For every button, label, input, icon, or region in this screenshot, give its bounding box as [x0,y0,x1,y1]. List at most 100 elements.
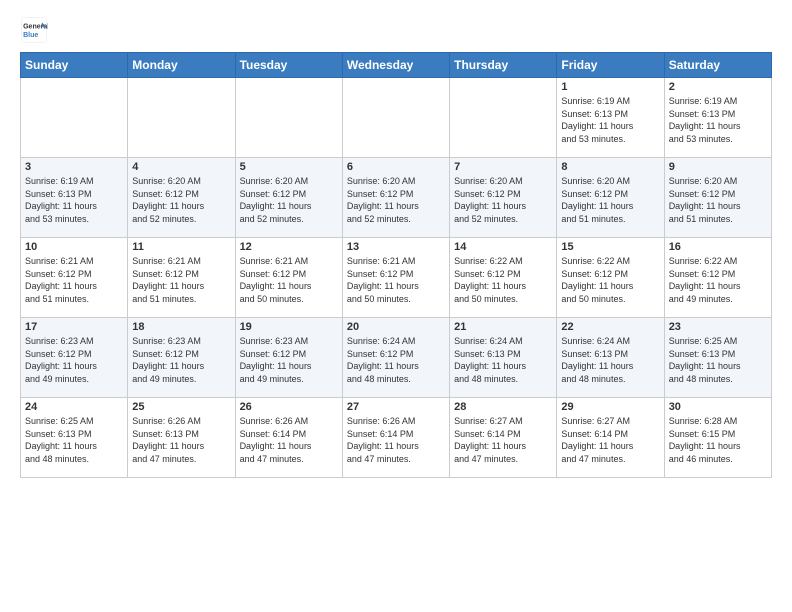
day-number: 24 [25,401,123,413]
day-number: 9 [669,161,767,173]
day-number: 23 [669,321,767,333]
day-info: Sunrise: 6:26 AM Sunset: 6:13 PM Dayligh… [132,415,230,465]
day-info: Sunrise: 6:23 AM Sunset: 6:12 PM Dayligh… [240,335,338,385]
day-number: 29 [561,401,659,413]
day-cell: 9 Sunrise: 6:20 AM Sunset: 6:12 PM Daylig… [664,158,771,238]
day-cell: 8 Sunrise: 6:20 AM Sunset: 6:12 PM Daylig… [557,158,664,238]
day-info: Sunrise: 6:21 AM Sunset: 6:12 PM Dayligh… [132,255,230,305]
day-cell [342,78,449,158]
day-info: Sunrise: 6:28 AM Sunset: 6:15 PM Dayligh… [669,415,767,465]
day-cell: 7 Sunrise: 6:20 AM Sunset: 6:12 PM Daylig… [450,158,557,238]
day-cell: 5 Sunrise: 6:20 AM Sunset: 6:12 PM Daylig… [235,158,342,238]
day-number: 5 [240,161,338,173]
day-info: Sunrise: 6:26 AM Sunset: 6:14 PM Dayligh… [240,415,338,465]
day-cell: 20 Sunrise: 6:24 AM Sunset: 6:12 PM Dayli… [342,318,449,398]
day-number: 20 [347,321,445,333]
day-number: 13 [347,241,445,253]
day-cell [235,78,342,158]
weekday-header-sunday: Sunday [21,53,128,78]
logo: General Blue [20,16,48,44]
day-info: Sunrise: 6:24 AM Sunset: 6:13 PM Dayligh… [454,335,552,385]
logo-icon: General Blue [20,16,48,44]
page: General Blue SundayMondayTuesdayWednesda… [0,0,792,612]
day-number: 21 [454,321,552,333]
day-cell: 24 Sunrise: 6:25 AM Sunset: 6:13 PM Dayli… [21,398,128,478]
day-cell: 2 Sunrise: 6:19 AM Sunset: 6:13 PM Daylig… [664,78,771,158]
day-info: Sunrise: 6:19 AM Sunset: 6:13 PM Dayligh… [561,95,659,145]
day-cell: 13 Sunrise: 6:21 AM Sunset: 6:12 PM Dayli… [342,238,449,318]
weekday-header-saturday: Saturday [664,53,771,78]
day-info: Sunrise: 6:25 AM Sunset: 6:13 PM Dayligh… [669,335,767,385]
day-cell: 12 Sunrise: 6:21 AM Sunset: 6:12 PM Dayli… [235,238,342,318]
weekday-header-monday: Monday [128,53,235,78]
day-info: Sunrise: 6:20 AM Sunset: 6:12 PM Dayligh… [347,175,445,225]
day-info: Sunrise: 6:27 AM Sunset: 6:14 PM Dayligh… [561,415,659,465]
weekday-header-wednesday: Wednesday [342,53,449,78]
day-number: 18 [132,321,230,333]
day-info: Sunrise: 6:21 AM Sunset: 6:12 PM Dayligh… [240,255,338,305]
day-info: Sunrise: 6:20 AM Sunset: 6:12 PM Dayligh… [132,175,230,225]
day-info: Sunrise: 6:19 AM Sunset: 6:13 PM Dayligh… [669,95,767,145]
svg-text:Blue: Blue [23,32,38,39]
day-info: Sunrise: 6:24 AM Sunset: 6:12 PM Dayligh… [347,335,445,385]
day-number: 6 [347,161,445,173]
week-row-3: 10 Sunrise: 6:21 AM Sunset: 6:12 PM Dayli… [21,238,772,318]
day-info: Sunrise: 6:22 AM Sunset: 6:12 PM Dayligh… [561,255,659,305]
day-cell: 19 Sunrise: 6:23 AM Sunset: 6:12 PM Dayli… [235,318,342,398]
day-info: Sunrise: 6:19 AM Sunset: 6:13 PM Dayligh… [25,175,123,225]
weekday-header-thursday: Thursday [450,53,557,78]
day-cell [128,78,235,158]
day-cell: 3Sunrise: 6:19 AM Sunset: 6:13 PM Daylig… [21,158,128,238]
day-number: 4 [132,161,230,173]
day-cell: 6 Sunrise: 6:20 AM Sunset: 6:12 PM Daylig… [342,158,449,238]
day-number: 12 [240,241,338,253]
svg-text:General: General [23,23,48,30]
day-info: Sunrise: 6:20 AM Sunset: 6:12 PM Dayligh… [454,175,552,225]
day-info: Sunrise: 6:23 AM Sunset: 6:12 PM Dayligh… [25,335,123,385]
day-cell: 30 Sunrise: 6:28 AM Sunset: 6:15 PM Dayli… [664,398,771,478]
day-number: 2 [669,81,767,93]
day-number: 15 [561,241,659,253]
day-cell: 22Sunrise: 6:24 AM Sunset: 6:13 PM Dayli… [557,318,664,398]
day-number: 10 [25,241,123,253]
day-info: Sunrise: 6:25 AM Sunset: 6:13 PM Dayligh… [25,415,123,465]
day-cell: 28Sunrise: 6:27 AM Sunset: 6:14 PM Dayli… [450,398,557,478]
day-info: Sunrise: 6:23 AM Sunset: 6:12 PM Dayligh… [132,335,230,385]
day-cell: 26Sunrise: 6:26 AM Sunset: 6:14 PM Dayli… [235,398,342,478]
day-info: Sunrise: 6:22 AM Sunset: 6:12 PM Dayligh… [454,255,552,305]
day-number: 11 [132,241,230,253]
day-cell: 1 Sunrise: 6:19 AM Sunset: 6:13 PM Daylig… [557,78,664,158]
day-info: Sunrise: 6:20 AM Sunset: 6:12 PM Dayligh… [669,175,767,225]
day-cell [450,78,557,158]
day-cell: 23 Sunrise: 6:25 AM Sunset: 6:13 PM Dayli… [664,318,771,398]
day-cell: 10 Sunrise: 6:21 AM Sunset: 6:12 PM Dayli… [21,238,128,318]
day-number: 8 [561,161,659,173]
day-number: 27 [347,401,445,413]
week-row-2: 3Sunrise: 6:19 AM Sunset: 6:13 PM Daylig… [21,158,772,238]
day-number: 1 [561,81,659,93]
day-cell: 15 Sunrise: 6:22 AM Sunset: 6:12 PM Dayli… [557,238,664,318]
day-info: Sunrise: 6:21 AM Sunset: 6:12 PM Dayligh… [25,255,123,305]
day-number: 16 [669,241,767,253]
weekday-header-row: SundayMondayTuesdayWednesdayThursdayFrid… [21,53,772,78]
day-cell: 17Sunrise: 6:23 AM Sunset: 6:12 PM Dayli… [21,318,128,398]
day-cell: 18 Sunrise: 6:23 AM Sunset: 6:12 PM Dayli… [128,318,235,398]
day-info: Sunrise: 6:20 AM Sunset: 6:12 PM Dayligh… [240,175,338,225]
day-number: 7 [454,161,552,173]
day-cell: 29 Sunrise: 6:27 AM Sunset: 6:14 PM Dayli… [557,398,664,478]
calendar: SundayMondayTuesdayWednesdayThursdayFrid… [20,52,772,478]
day-number: 30 [669,401,767,413]
day-info: Sunrise: 6:20 AM Sunset: 6:12 PM Dayligh… [561,175,659,225]
day-number: 19 [240,321,338,333]
day-cell: 27Sunrise: 6:26 AM Sunset: 6:14 PM Dayli… [342,398,449,478]
week-row-1: 1 Sunrise: 6:19 AM Sunset: 6:13 PM Daylig… [21,78,772,158]
day-cell: 11 Sunrise: 6:21 AM Sunset: 6:12 PM Dayli… [128,238,235,318]
day-info: Sunrise: 6:21 AM Sunset: 6:12 PM Dayligh… [347,255,445,305]
day-cell [21,78,128,158]
day-info: Sunrise: 6:27 AM Sunset: 6:14 PM Dayligh… [454,415,552,465]
day-number: 22 [561,321,659,333]
weekday-header-tuesday: Tuesday [235,53,342,78]
day-number: 25 [132,401,230,413]
week-row-4: 17Sunrise: 6:23 AM Sunset: 6:12 PM Dayli… [21,318,772,398]
day-cell: 4 Sunrise: 6:20 AM Sunset: 6:12 PM Daylig… [128,158,235,238]
